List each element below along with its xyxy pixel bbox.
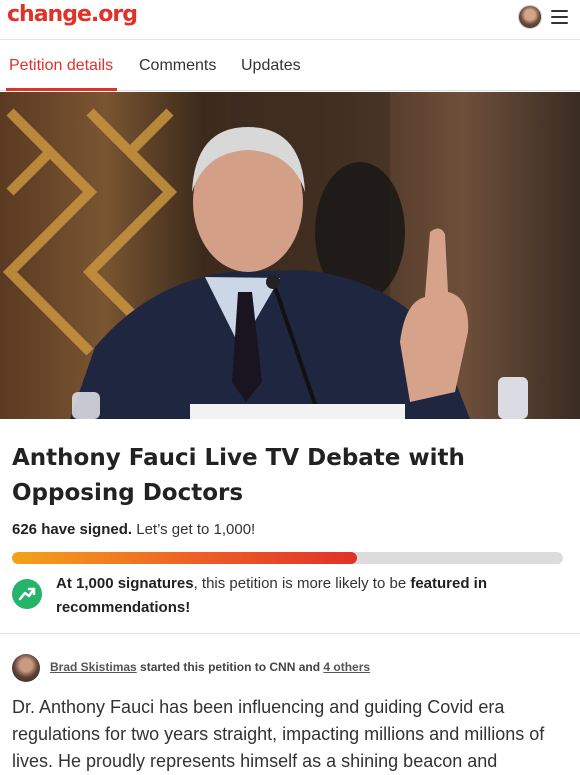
tab-updates[interactable]: Updates (241, 57, 301, 75)
petition-title: Anthony Fauci Live TV Debate with Opposi… (12, 445, 465, 506)
milestone-message: At 1,000 signatures, this petition is mo… (56, 572, 556, 620)
signed-count-text: 626 have signed. (12, 521, 133, 538)
tab-comments[interactable]: Comments (139, 57, 216, 75)
menu-icon[interactable] (551, 10, 568, 24)
change-org-logo[interactable]: change.org (7, 2, 138, 27)
trending-up-icon (12, 579, 42, 609)
others-link[interactable]: 4 others (323, 660, 370, 674)
milestone-mid: , this petition is more likely to be (193, 575, 411, 592)
goal-text: Let’s get to 1,000! (132, 521, 256, 538)
milestone-pre: At 1,000 signatures (56, 575, 194, 592)
active-tab-indicator (6, 88, 117, 91)
user-avatar[interactable] (518, 5, 542, 29)
petition-tabs: Petition details Comments Updates (0, 41, 580, 91)
section-divider (0, 633, 580, 634)
top-navbar: change.org (0, 0, 580, 40)
starter-avatar[interactable] (12, 654, 40, 682)
petition-starter-line: Brad Skistimas started this petition to … (50, 660, 370, 674)
tab-petition-details[interactable]: Petition details (9, 57, 113, 75)
signature-progress-bar (12, 552, 563, 564)
signature-count: 626 have signed. Let’s get to 1,000! (12, 521, 255, 538)
petition-description: Dr. Anthony Fauci has been influencing a… (12, 697, 545, 771)
starter-name-link[interactable]: Brad Skistimas (50, 660, 137, 674)
hero-illustration (2, 92, 528, 419)
petition-hero-image (0, 92, 580, 419)
starter-text: started this petition to CNN and (136, 660, 324, 674)
progress-fill (12, 552, 357, 564)
